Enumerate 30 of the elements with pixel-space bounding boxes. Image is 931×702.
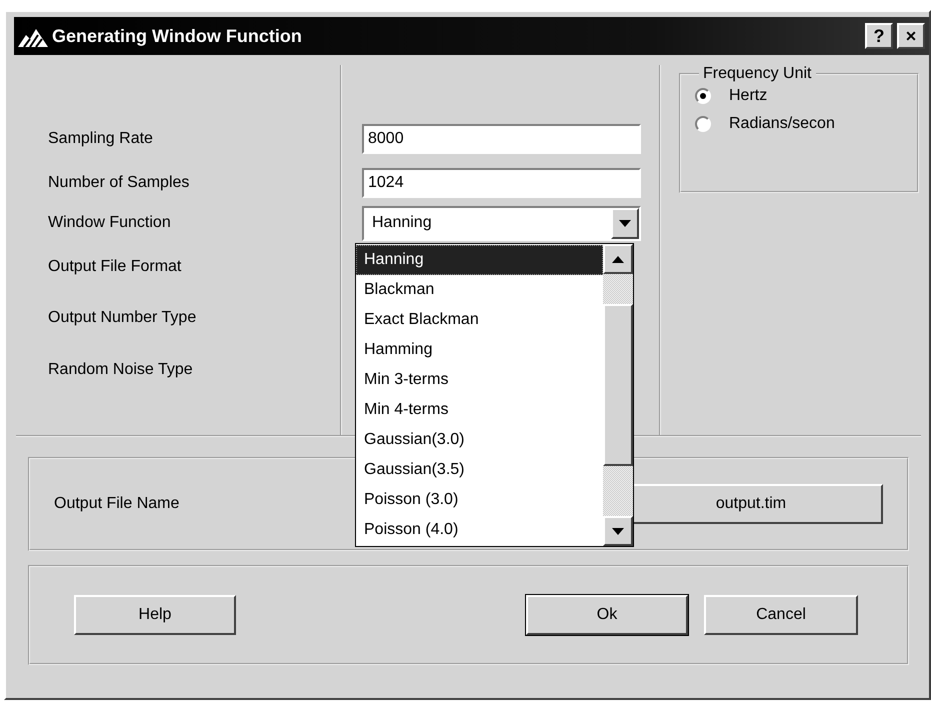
scroll-down-button[interactable] [603,516,633,546]
field-label: Sampling Rate [48,130,154,148]
field-label: Number of Samples [48,174,190,192]
ok-button[interactable]: Ok [526,595,688,635]
field-label: Random Noise Type [48,361,194,379]
help-button[interactable]: Help [74,595,236,635]
text-field[interactable]: 1024 [362,168,641,198]
scrollbar[interactable] [603,244,633,546]
field-label: Output File Name [54,495,180,513]
close-button[interactable]: × [897,23,925,49]
dropdown-field[interactable]: Hanning [362,206,641,240]
radio-button[interactable] [695,116,711,132]
field-label: Window Function [48,214,172,232]
list-item[interactable]: Hanning [356,245,603,275]
radio-button[interactable] [695,88,711,104]
field-label: Output Number Type [48,309,198,327]
dropdown-value: Hanning [372,214,433,232]
help-button[interactable]: ? [865,23,893,49]
radio-label: Radians/secon [729,115,835,133]
cancel-button[interactable]: Cancel [704,595,858,635]
text-field[interactable]: 8000 [362,124,641,154]
down-arrow-icon [612,528,624,534]
up-arrow-icon [612,256,624,262]
caret-icon [619,220,631,226]
scroll-up-button[interactable] [603,244,633,274]
field-label: Output File Format [48,258,182,276]
window-title: Generating Window Function [52,26,303,46]
radio-label: Hertz [729,87,768,105]
dropdown-arrow-button[interactable] [611,208,639,238]
scroll-thumb[interactable] [603,304,633,466]
